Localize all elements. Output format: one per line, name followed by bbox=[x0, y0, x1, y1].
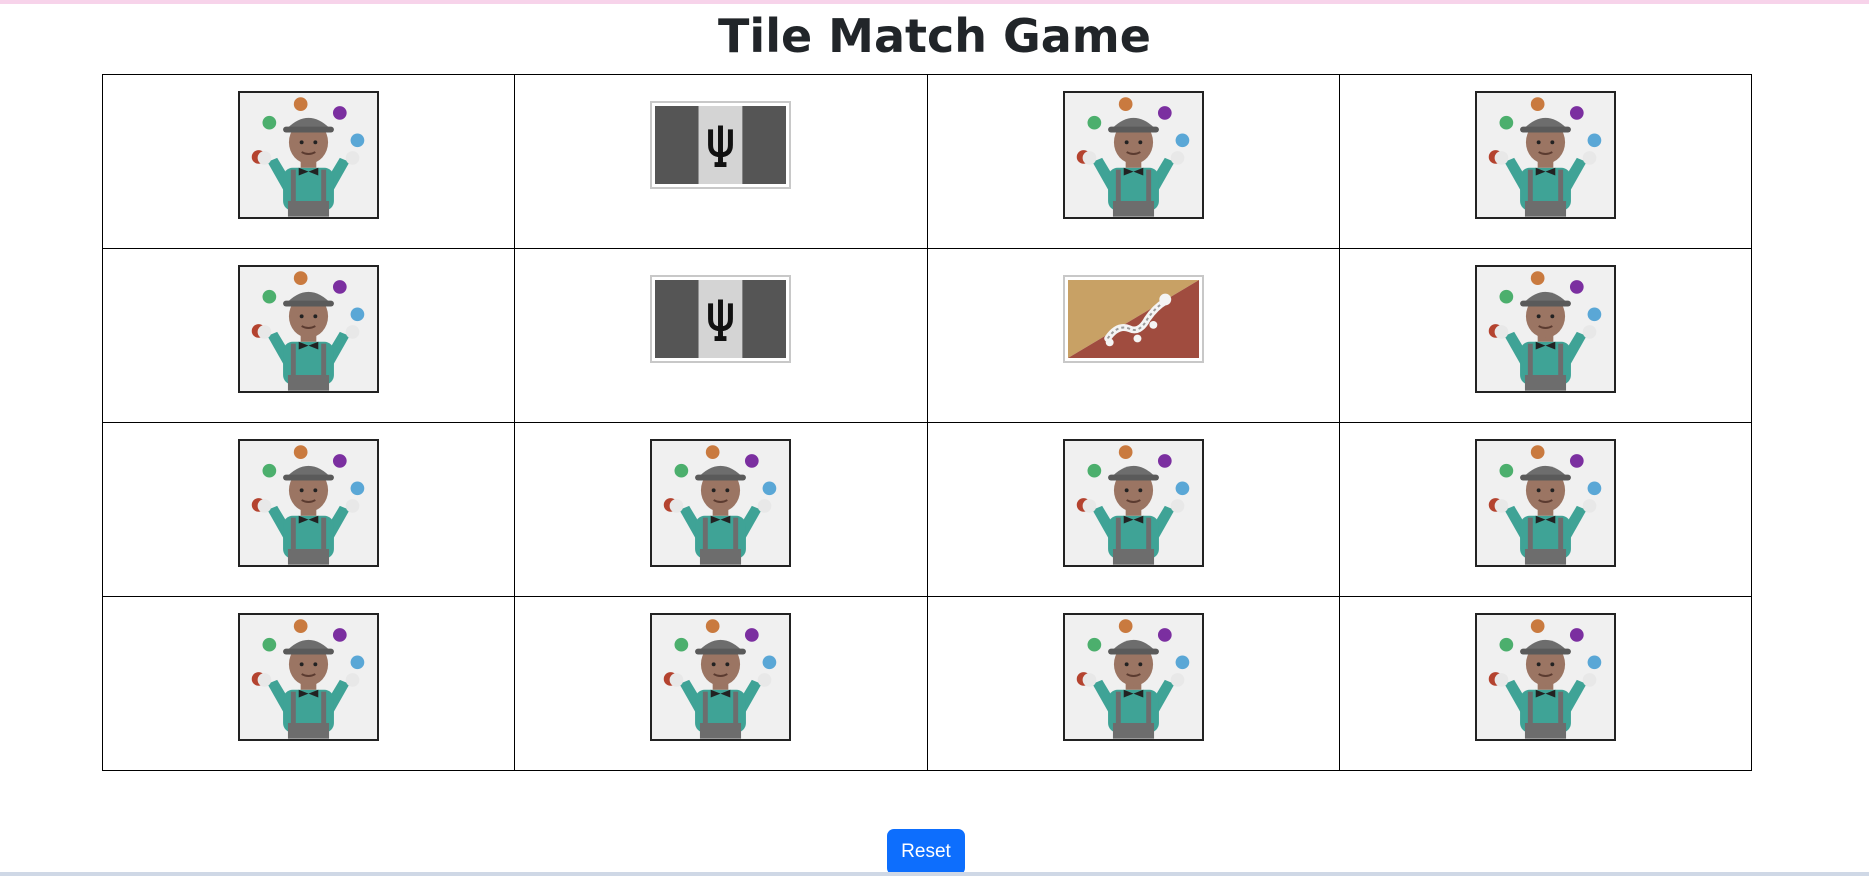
reset-button[interactable]: Reset bbox=[887, 829, 965, 875]
juggler-icon bbox=[240, 266, 378, 391]
tile-16[interactable] bbox=[1474, 612, 1616, 741]
board-cell bbox=[926, 422, 1340, 597]
board-cell bbox=[101, 248, 516, 423]
tile-1[interactable] bbox=[238, 90, 380, 219]
board-cell bbox=[926, 74, 1340, 249]
tile-2[interactable] bbox=[650, 100, 792, 189]
juggler-icon bbox=[652, 440, 790, 565]
board-cell bbox=[1338, 422, 1753, 597]
juggler-icon bbox=[1476, 266, 1614, 391]
barbados-flag-icon bbox=[655, 105, 787, 184]
board-cell bbox=[101, 74, 516, 249]
juggler-icon bbox=[1064, 614, 1202, 739]
game-board bbox=[101, 74, 1753, 771]
juggler-icon bbox=[240, 614, 378, 739]
bottom-divider bbox=[0, 872, 1869, 876]
tile-7[interactable] bbox=[1062, 274, 1204, 363]
top-accent-bar bbox=[0, 0, 1869, 4]
juggler-icon bbox=[1476, 92, 1614, 217]
tile-12[interactable] bbox=[1474, 438, 1616, 567]
barbados-flag-icon bbox=[655, 279, 787, 358]
tile-8[interactable] bbox=[1474, 264, 1616, 393]
juggler-icon bbox=[1476, 440, 1614, 565]
juggler-icon bbox=[240, 440, 378, 565]
board-row bbox=[101, 422, 1753, 597]
board-cell bbox=[1338, 248, 1753, 423]
juggler-icon bbox=[240, 92, 378, 217]
board-row bbox=[101, 248, 1753, 423]
board-cell bbox=[514, 74, 928, 249]
board-cell bbox=[926, 596, 1340, 771]
tile-9[interactable] bbox=[238, 438, 380, 567]
tile-15[interactable] bbox=[1062, 612, 1204, 741]
board-cell bbox=[514, 248, 928, 423]
tile-3[interactable] bbox=[1062, 90, 1204, 219]
juggler-icon bbox=[1064, 92, 1202, 217]
board-cell bbox=[101, 596, 516, 771]
tile-6[interactable] bbox=[650, 274, 792, 363]
board-row bbox=[101, 596, 1753, 771]
juggler-icon bbox=[1064, 440, 1202, 565]
board-cell bbox=[101, 422, 516, 597]
board-cell bbox=[1338, 74, 1753, 249]
tile-11[interactable] bbox=[1062, 438, 1204, 567]
tile-5[interactable] bbox=[238, 264, 380, 393]
juggler-icon bbox=[1476, 614, 1614, 739]
tile-13[interactable] bbox=[238, 612, 380, 741]
juggler-icon bbox=[652, 614, 790, 739]
board-row bbox=[101, 74, 1753, 249]
board-cell bbox=[1338, 596, 1753, 771]
board-cell bbox=[514, 422, 928, 597]
tile-4[interactable] bbox=[1474, 90, 1616, 219]
tile-10[interactable] bbox=[650, 438, 792, 567]
board-cell bbox=[514, 596, 928, 771]
page-title: Tile Match Game bbox=[718, 9, 1151, 63]
bhutan-flag-icon bbox=[1067, 279, 1199, 358]
board-cell bbox=[926, 248, 1340, 423]
tile-14[interactable] bbox=[650, 612, 792, 741]
